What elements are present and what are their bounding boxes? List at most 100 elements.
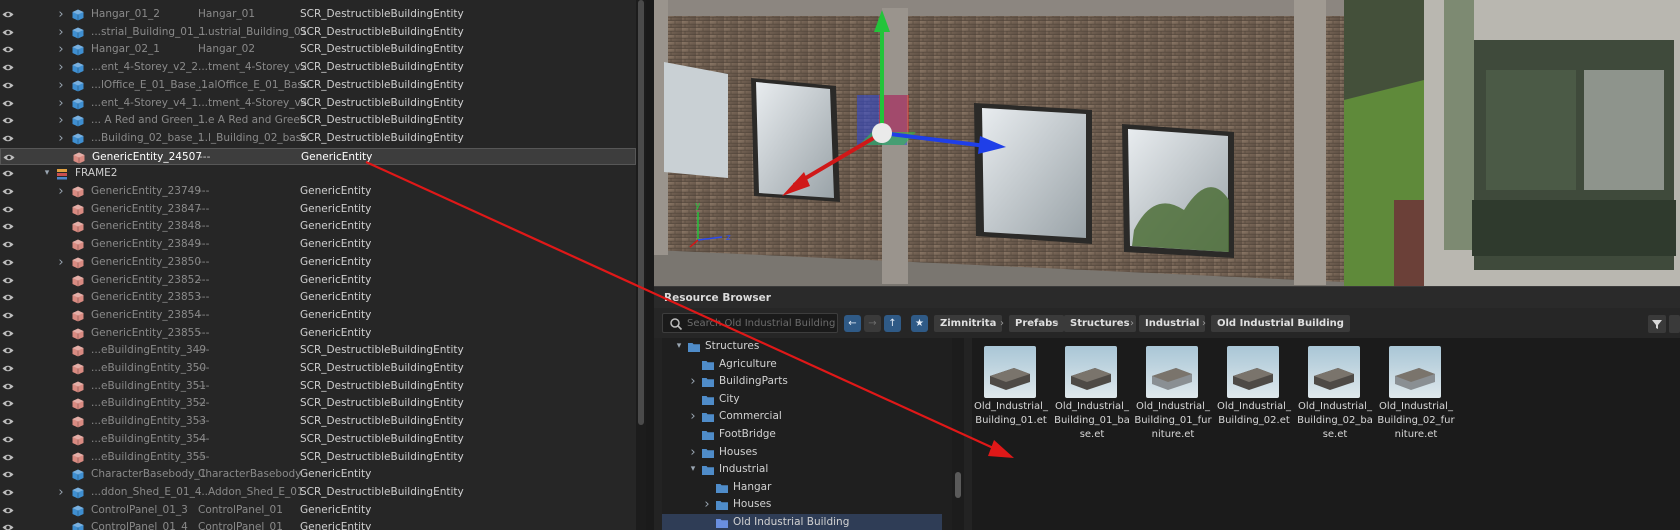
chevron-down-icon[interactable]: ▾ (42, 165, 52, 183)
chevron-right-icon[interactable]: › (688, 444, 698, 462)
hierarchy-row[interactable]: GenericEntity_23848 --- GenericEntity (0, 218, 636, 236)
eye-visibility-icon[interactable] (2, 346, 14, 355)
layer-row[interactable]: ▾ FRAME2 (0, 165, 636, 183)
hierarchy-row[interactable]: › Hangar_02_1 Hangar_02 SCR_DestructibleBui… (0, 41, 636, 59)
chevron-right-icon[interactable]: › (56, 183, 66, 201)
eye-visibility-icon[interactable] (2, 399, 14, 408)
resource-search-input[interactable] (687, 315, 835, 331)
hierarchy-row[interactable]: › Hangar_01_2 Hangar_01 SCR_DestructibleBui… (0, 6, 636, 24)
asset-tile[interactable]: Old_Industrial_ Building_01.et (972, 346, 1050, 446)
hierarchy-row[interactable]: ControlPanel_01_3 ControlPanel_01 GenericE… (0, 502, 636, 520)
breadcrumb-structures[interactable]: Structures (1064, 315, 1136, 332)
folder-tree-item[interactable]: Old Industrial Building (662, 514, 942, 530)
asset-tile[interactable]: Old_Industrial_ Building_02_ba se.et (1296, 346, 1374, 446)
eye-visibility-icon[interactable] (2, 470, 14, 479)
eye-visibility-icon[interactable] (2, 523, 14, 530)
chevron-right-icon[interactable]: › (56, 77, 66, 95)
hierarchy-row[interactable]: ...eBuildingEntity_354 --- SCR_Destructibl… (0, 431, 636, 449)
eye-visibility-icon[interactable] (2, 453, 14, 462)
asset-tile[interactable]: Old_Industrial_ Building_02.et (1215, 346, 1293, 446)
hierarchy-row[interactable]: ...eBuildingEntity_351 --- SCR_Destructibl… (0, 378, 636, 396)
eye-visibility-icon[interactable] (2, 276, 14, 285)
chevron-right-icon[interactable]: › (688, 408, 698, 426)
settings-button[interactable] (1669, 315, 1680, 333)
eye-visibility-icon[interactable] (2, 10, 14, 19)
hierarchy-row[interactable]: › ...strial_Building_01_1 ...ustrial_Build… (0, 24, 636, 42)
panel-splitter[interactable] (646, 0, 654, 530)
folder-tree-item[interactable]: › Houses (662, 496, 942, 514)
hierarchy-row[interactable]: GenericEntity_23849 --- GenericEntity (0, 236, 636, 254)
folder-tree-item[interactable]: › Houses (662, 444, 942, 462)
chevron-right-icon[interactable]: › (56, 484, 66, 502)
asset-tile[interactable]: Old_Industrial_ Building_01_fur niture.et (1134, 346, 1212, 446)
eye-visibility-icon[interactable] (3, 153, 15, 162)
eye-visibility-icon[interactable] (2, 382, 14, 391)
hierarchy-row[interactable]: › ...ddon_Shed_E_01_4 ...Addon_Shed_E_01 SC… (0, 484, 636, 502)
breadcrumb-zimnitrita[interactable]: Zimnitrita (934, 315, 1003, 332)
hierarchy-row[interactable]: ControlPanel_01_4 ControlPanel_01 GenericE… (0, 519, 636, 530)
eye-visibility-icon[interactable] (2, 45, 14, 54)
hierarchy-row[interactable]: › ...ent_4-Storey_v4_1 ...tment_4-Storey_v… (0, 95, 636, 113)
favorites-button[interactable]: ★ (911, 315, 928, 332)
eye-visibility-icon[interactable] (2, 134, 14, 143)
eye-visibility-icon[interactable] (2, 364, 14, 373)
hierarchy-row[interactable]: › GenericEntity_23749 --- GenericEntity (0, 183, 636, 201)
folder-tree-item[interactable]: ▾ Structures (662, 338, 942, 356)
hierarchy-row[interactable]: GenericEntity_24507 --- GenericEntity (0, 147, 636, 166)
chevron-right-icon[interactable]: › (56, 95, 66, 113)
hierarchy-row[interactable]: › GenericEntity_23850 --- GenericEntity (0, 254, 636, 272)
hierarchy-row[interactable]: › ...ent_4-Storey_v2_2 ...tment_4-Storey_v… (0, 59, 636, 77)
eye-visibility-icon[interactable] (2, 506, 14, 515)
eye-visibility-icon[interactable] (2, 311, 14, 320)
eye-visibility-icon[interactable] (2, 116, 14, 125)
eye-visibility-icon[interactable] (2, 435, 14, 444)
scene-viewport[interactable]: y z (654, 0, 1680, 286)
scrollbar-thumb[interactable] (955, 472, 961, 498)
hierarchy-row[interactable]: ...eBuildingEntity_353 --- SCR_Destructibl… (0, 413, 636, 431)
eye-visibility-icon[interactable] (2, 240, 14, 249)
asset-tile[interactable]: Old_Industrial_ Building_02_fur niture.et (1377, 346, 1455, 446)
chevron-down-icon[interactable]: ▾ (674, 338, 684, 356)
chevron-right-icon[interactable]: › (702, 496, 712, 514)
scrollbar-thumb[interactable] (638, 0, 644, 425)
breadcrumb-old-industrial-building[interactable]: Old Industrial Building (1211, 315, 1350, 332)
chevron-right-icon[interactable]: › (56, 254, 66, 272)
resource-search-box[interactable] (662, 313, 838, 333)
chevron-right-icon[interactable]: › (56, 6, 66, 24)
filter-button[interactable] (1648, 315, 1666, 333)
hierarchy-row[interactable]: GenericEntity_23847 --- GenericEntity (0, 201, 636, 219)
hierarchy-row[interactable]: ...eBuildingEntity_352 --- SCR_Destructibl… (0, 395, 636, 413)
up-button[interactable]: ↑ (884, 315, 901, 332)
eye-visibility-icon[interactable] (2, 222, 14, 231)
chevron-down-icon[interactable]: ▾ (688, 461, 698, 479)
back-button[interactable]: ← (844, 315, 861, 332)
folder-tree-item[interactable]: City (662, 391, 942, 409)
chevron-right-icon[interactable]: › (688, 373, 698, 391)
chevron-right-icon[interactable]: › (56, 130, 66, 148)
folder-tree-item[interactable]: ▾ Industrial (662, 461, 942, 479)
hierarchy-row[interactable]: › ...Building_02_base_1 ...l_Building_02_b… (0, 130, 636, 148)
breadcrumb-industrial[interactable]: Industrial (1139, 315, 1206, 332)
hierarchy-row[interactable]: GenericEntity_23854 --- GenericEntity (0, 307, 636, 325)
folder-tree-scrollbar[interactable] (952, 338, 964, 530)
eye-visibility-icon[interactable] (2, 258, 14, 267)
eye-visibility-icon[interactable] (2, 99, 14, 108)
hierarchy-row[interactable]: ...eBuildingEntity_355 --- SCR_Destructibl… (0, 449, 636, 467)
eye-visibility-icon[interactable] (2, 293, 14, 302)
hierarchy-row[interactable]: › ... A Red and Green_1 ...e A Red and Gre… (0, 112, 636, 130)
eye-visibility-icon[interactable] (2, 488, 14, 497)
eye-visibility-icon[interactable] (2, 169, 14, 178)
eye-visibility-icon[interactable] (2, 205, 14, 214)
folder-tree-item[interactable]: › BuildingParts (662, 373, 942, 391)
asset-tile[interactable]: Old_Industrial_ Building_01_ba se.et (1053, 346, 1131, 446)
hierarchy-row[interactable]: › ...lOffice_E_01_Base_1 ...alOffice_E_01_… (0, 77, 636, 95)
eye-visibility-icon[interactable] (2, 63, 14, 72)
hierarchy-row[interactable]: ...eBuildingEntity_350 --- SCR_Destructibl… (0, 360, 636, 378)
folder-tree-item[interactable]: FootBridge (662, 426, 942, 444)
hierarchy-row[interactable]: GenericEntity_23855 --- GenericEntity (0, 325, 636, 343)
chevron-right-icon[interactable]: › (56, 59, 66, 77)
hierarchy-row[interactable]: GenericEntity_23853 --- GenericEntity (0, 289, 636, 307)
hierarchy-row[interactable]: ...eBuildingEntity_349 --- SCR_Destructibl… (0, 342, 636, 360)
eye-visibility-icon[interactable] (2, 329, 14, 338)
eye-visibility-icon[interactable] (2, 28, 14, 37)
